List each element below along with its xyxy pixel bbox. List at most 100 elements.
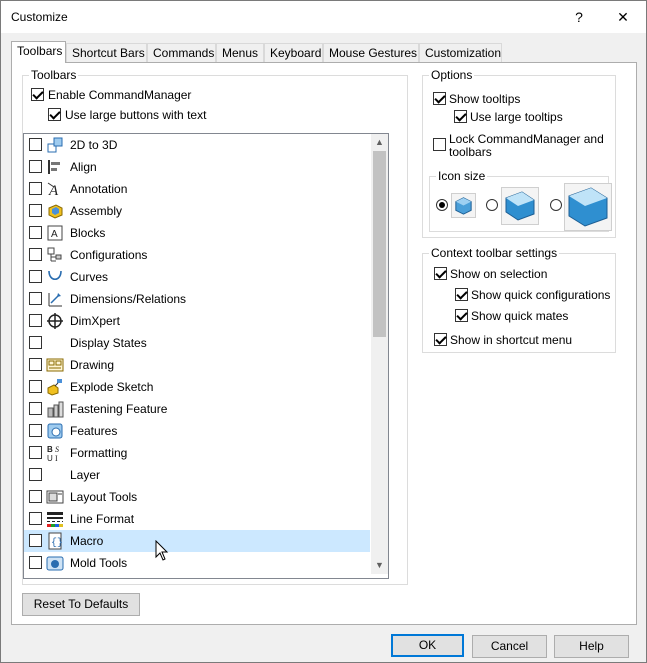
list-item[interactable]: Dimensions/Relations (24, 288, 370, 310)
show-on-selection-checkbox[interactable] (434, 267, 447, 280)
icon-size-large-radio[interactable] (550, 199, 562, 211)
toolbar-label: Features (70, 424, 118, 438)
dimensions-icon (48, 293, 62, 307)
toolbar-checkbox[interactable] (29, 248, 42, 261)
tab-shortcut-bars[interactable]: Shortcut Bars (66, 43, 147, 62)
toolbar-label: Fastening Feature (70, 402, 168, 416)
toolbar-label: Mold Tools (70, 556, 128, 570)
tab-mouse-gestures[interactable]: Mouse Gestures (323, 43, 419, 62)
toolbars-list-scrollbar[interactable]: ▲ ▼ (371, 134, 388, 574)
toolbar-checkbox[interactable] (29, 358, 42, 371)
list-item[interactable]: BSUI Formatting (24, 442, 370, 464)
list-item[interactable]: DimXpert (24, 310, 370, 332)
curves-icon (48, 270, 62, 281)
tab-commands[interactable]: Commands (147, 43, 216, 62)
svg-text:A: A (48, 183, 59, 198)
tab-customization[interactable]: Customization (419, 43, 502, 62)
toolbars-list[interactable]: 2D to 3D Align A Annotation Assembly A B… (23, 133, 389, 579)
show-quick-configurations-checkbox[interactable] (455, 288, 468, 301)
list-item[interactable]: Curves (24, 266, 370, 288)
features-icon (47, 423, 63, 439)
use-large-buttons-label: Use large buttons with text (65, 108, 207, 122)
use-large-tooltips-checkbox[interactable] (454, 110, 467, 123)
show-tooltips-checkbox[interactable] (433, 92, 446, 105)
icon-size-medium-radio[interactable] (486, 199, 498, 211)
list-item[interactable]: Layout Tools (24, 486, 370, 508)
list-item[interactable]: Display States (24, 332, 370, 354)
list-item[interactable]: A Blocks (24, 222, 370, 244)
fastening-feature-icon (47, 401, 64, 418)
list-item[interactable]: Fastening Feature (24, 398, 370, 420)
context-toolbar-group: Context toolbar settings Show on selecti… (422, 246, 616, 353)
list-item[interactable]: Features (24, 420, 370, 442)
toolbar-checkbox[interactable] (29, 446, 42, 459)
scrollbar-thumb[interactable] (373, 151, 386, 337)
help-button[interactable]: Help (554, 635, 629, 658)
tab-menus[interactable]: Menus (216, 43, 264, 62)
options-group-title: Options (429, 68, 475, 82)
list-item[interactable]: Line Format (24, 508, 370, 530)
list-item[interactable]: Align (24, 156, 370, 178)
toolbar-checkbox[interactable] (29, 512, 42, 525)
list-item[interactable]: Assembly (24, 200, 370, 222)
toolbar-checkbox[interactable] (29, 160, 42, 173)
toolbar-label: Layer (70, 468, 101, 482)
toolbar-checkbox[interactable] (29, 138, 42, 151)
toolbar-checkbox[interactable] (29, 490, 42, 503)
cancel-button[interactable]: Cancel (472, 635, 547, 658)
tab-toolbars[interactable]: Toolbars (11, 41, 66, 63)
scroll-up-icon[interactable]: ▲ (371, 134, 388, 151)
list-item[interactable]: Mold Tools (24, 552, 370, 574)
enable-commandmanager-checkbox[interactable] (31, 88, 44, 101)
list-item[interactable]: Layer (24, 464, 370, 486)
reset-to-defaults-button[interactable]: Reset To Defaults (22, 593, 140, 616)
toolbar-label: Assembly (70, 204, 123, 218)
toolbar-checkbox[interactable] (29, 380, 42, 393)
list-item[interactable]: Drawing (24, 354, 370, 376)
show-tooltips-label: Show tooltips (449, 92, 521, 106)
toolbar-checkbox[interactable] (29, 424, 42, 437)
icon-size-large-preview[interactable] (564, 183, 612, 231)
tab-keyboard[interactable]: Keyboard (264, 43, 323, 62)
show-quick-mates-checkbox[interactable] (455, 309, 468, 322)
icon-size-small-preview[interactable] (451, 193, 476, 218)
icon-size-medium-preview[interactable] (501, 187, 539, 225)
scroll-down-icon[interactable]: ▼ (371, 557, 388, 574)
toolbar-checkbox[interactable] (29, 292, 42, 305)
show-in-shortcut-menu-label: Show in shortcut menu (450, 333, 573, 347)
use-large-buttons-checkbox[interactable] (48, 108, 61, 121)
2d-to-3d-icon (47, 137, 63, 153)
toolbars-group-title: Toolbars (29, 68, 79, 82)
icon-size-small-radio[interactable] (436, 199, 448, 211)
drawing-icon (46, 358, 64, 372)
list-item[interactable]: {} Macro (24, 530, 370, 552)
help-title-button[interactable]: ? (556, 1, 602, 33)
list-item[interactable]: A Annotation (24, 178, 370, 200)
toolbar-checkbox[interactable] (29, 314, 42, 327)
toolbar-label: Display States (70, 336, 147, 350)
toolbar-checkbox[interactable] (29, 336, 42, 349)
icon-size-group: Icon size (429, 169, 612, 232)
lock-commandmanager-checkbox[interactable] (433, 138, 446, 151)
toolbar-checkbox[interactable] (29, 182, 42, 195)
list-item[interactable]: Explode Sketch (24, 376, 370, 398)
align-icon (48, 160, 60, 174)
toolbar-checkbox[interactable] (29, 556, 42, 569)
ok-button[interactable]: OK (391, 634, 464, 657)
toolbar-checkbox[interactable] (29, 534, 42, 547)
show-in-shortcut-menu-checkbox[interactable] (434, 333, 447, 346)
list-item[interactable]: Configurations (24, 244, 370, 266)
toolbar-checkbox[interactable] (29, 204, 42, 217)
toolbar-checkbox[interactable] (29, 226, 42, 239)
mold-tools-icon (46, 556, 64, 571)
toolbar-checkbox[interactable] (29, 270, 42, 283)
toolbars-tab-panel: Toolbars Enable CommandManager Use large… (11, 62, 637, 625)
medium-cube-icon (505, 191, 535, 221)
list-item[interactable]: 2D to 3D (24, 134, 370, 156)
toolbar-label: Macro (70, 534, 104, 548)
toolbar-checkbox[interactable] (29, 468, 42, 481)
icon-size-title: Icon size (436, 169, 488, 183)
toolbar-label: Blocks (70, 226, 106, 240)
toolbar-checkbox[interactable] (29, 402, 42, 415)
close-button[interactable]: ✕ (600, 1, 646, 33)
